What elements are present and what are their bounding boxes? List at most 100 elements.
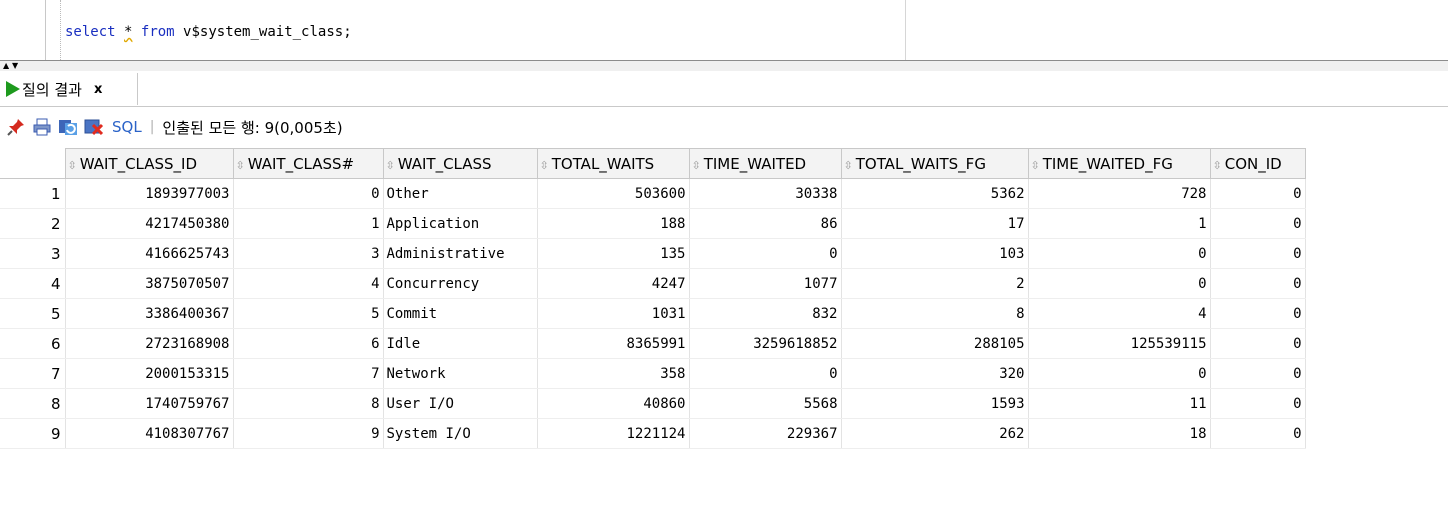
table-cell[interactable]: 1077: [689, 268, 842, 299]
column-header[interactable]: ⇳ WAIT_CLASS#: [232, 148, 384, 179]
table-cell[interactable]: 5568: [689, 388, 842, 419]
table-cell[interactable]: 1221124: [537, 418, 690, 449]
table-cell[interactable]: 8: [841, 298, 1029, 329]
row-number[interactable]: 2: [0, 208, 66, 239]
table-cell[interactable]: 0: [1210, 418, 1306, 449]
table-cell[interactable]: 3: [233, 238, 384, 269]
column-header[interactable]: ⇳ TOTAL_WAITS_FG: [840, 148, 1029, 179]
table-cell[interactable]: 3259618852: [689, 328, 842, 359]
table-cell[interactable]: 503600: [537, 178, 690, 209]
table-cell[interactable]: Network: [383, 358, 538, 389]
table-cell[interactable]: 188: [537, 208, 690, 239]
table-cell[interactable]: 1593: [841, 388, 1029, 419]
table-cell[interactable]: 17: [841, 208, 1029, 239]
table-cell[interactable]: 86: [689, 208, 842, 239]
table-cell[interactable]: 0: [1210, 208, 1306, 239]
table-cell[interactable]: 2723168908: [65, 328, 234, 359]
table-cell[interactable]: 5: [233, 298, 384, 329]
table-cell[interactable]: 0: [1028, 238, 1211, 269]
table-cell[interactable]: 30338: [689, 178, 842, 209]
table-cell[interactable]: 1: [1028, 208, 1211, 239]
column-header[interactable]: ⇳ TIME_WAITED_FG: [1027, 148, 1211, 179]
table-cell[interactable]: 832: [689, 298, 842, 329]
refresh-icon[interactable]: [58, 117, 78, 137]
table-row[interactable]: 8 1740759767 8 User I/O 40860 5568 1593 11 0: [0, 388, 1306, 419]
table-row[interactable]: 4 3875070507 4 Concurrency 4247 1077 2 0 0: [0, 268, 1306, 299]
table-cell[interactable]: 4217450380: [65, 208, 234, 239]
table-row[interactable]: 7 2000153315 7 Network 358 0 320 0 0: [0, 358, 1306, 389]
table-cell[interactable]: 0: [689, 358, 842, 389]
sql-statement[interactable]: select * from v$system_wait_class;: [65, 24, 352, 40]
table-cell[interactable]: 0: [689, 238, 842, 269]
column-header[interactable]: ⇳ WAIT_CLASS: [382, 148, 538, 179]
row-number[interactable]: 6: [0, 328, 66, 359]
pane-splitter[interactable]: ▲ ▼: [0, 60, 1448, 71]
table-cell[interactable]: 0: [1210, 178, 1306, 209]
collapse-down-icon[interactable]: ▼: [12, 61, 18, 71]
table-row[interactable]: 6 2723168908 6 Idle 8365991 3259618852 288105 1…: [0, 328, 1306, 359]
table-cell[interactable]: Idle: [383, 328, 538, 359]
pin-icon[interactable]: [6, 117, 26, 137]
table-cell[interactable]: 7: [233, 358, 384, 389]
table-cell[interactable]: 320: [841, 358, 1029, 389]
table-cell[interactable]: 1: [233, 208, 384, 239]
table-cell[interactable]: 4247: [537, 268, 690, 299]
table-cell[interactable]: 1031: [537, 298, 690, 329]
column-header[interactable]: ⇳ CON_ID: [1209, 148, 1306, 179]
table-cell[interactable]: 0: [1210, 388, 1306, 419]
table-cell[interactable]: 4: [1028, 298, 1211, 329]
row-number[interactable]: 7: [0, 358, 66, 389]
row-number[interactable]: 4: [0, 268, 66, 299]
row-number[interactable]: 3: [0, 238, 66, 269]
table-cell[interactable]: 262: [841, 418, 1029, 449]
table-cell[interactable]: 11: [1028, 388, 1211, 419]
table-cell[interactable]: Other: [383, 178, 538, 209]
table-cell[interactable]: 229367: [689, 418, 842, 449]
column-header[interactable]: ⇳ WAIT_CLASS_ID: [64, 148, 234, 179]
table-cell[interactable]: 2000153315: [65, 358, 234, 389]
table-cell[interactable]: Application: [383, 208, 538, 239]
table-cell[interactable]: 6: [233, 328, 384, 359]
table-cell[interactable]: 18: [1028, 418, 1211, 449]
table-row[interactable]: 3 4166625743 3 Administrative 135 0 103 0 0: [0, 238, 1306, 269]
table-cell[interactable]: 358: [537, 358, 690, 389]
collapse-up-icon[interactable]: ▲: [3, 61, 9, 71]
row-number[interactable]: 9: [0, 418, 66, 449]
table-cell[interactable]: 0: [233, 178, 384, 209]
table-cell[interactable]: 2: [841, 268, 1029, 299]
row-number[interactable]: 5: [0, 298, 66, 329]
export-icon[interactable]: [84, 117, 104, 137]
row-number[interactable]: 8: [0, 388, 66, 419]
table-cell[interactable]: 4: [233, 268, 384, 299]
column-header[interactable]: ⇳ TIME_WAITED: [688, 148, 842, 179]
table-row[interactable]: 2 4217450380 1 Application 188 86 17 1 0: [0, 208, 1306, 239]
table-cell[interactable]: 0: [1210, 358, 1306, 389]
sql-editor[interactable]: select * from v$system_wait_class;: [0, 0, 1448, 60]
table-row[interactable]: 9 4108307767 9 System I/O 1221124 229367 262 18…: [0, 418, 1306, 449]
table-row[interactable]: 5 3386400367 5 Commit 1031 832 8 4 0: [0, 298, 1306, 329]
table-cell[interactable]: 3875070507: [65, 268, 234, 299]
table-cell[interactable]: 1893977003: [65, 178, 234, 209]
table-cell[interactable]: 0: [1210, 298, 1306, 329]
table-cell[interactable]: 9: [233, 418, 384, 449]
table-cell[interactable]: User I/O: [383, 388, 538, 419]
close-tab-icon[interactable]: x: [94, 82, 102, 97]
table-cell[interactable]: 0: [1210, 268, 1306, 299]
table-cell[interactable]: System I/O: [383, 418, 538, 449]
table-cell[interactable]: 0: [1210, 328, 1306, 359]
table-cell[interactable]: 3386400367: [65, 298, 234, 329]
table-cell[interactable]: 8: [233, 388, 384, 419]
table-cell[interactable]: Commit: [383, 298, 538, 329]
table-cell[interactable]: 103: [841, 238, 1029, 269]
table-cell[interactable]: 728: [1028, 178, 1211, 209]
table-cell[interactable]: 1740759767: [65, 388, 234, 419]
table-cell[interactable]: Concurrency: [383, 268, 538, 299]
tab-query-result[interactable]: 질의 결과 x: [0, 73, 138, 105]
table-cell[interactable]: 4166625743: [65, 238, 234, 269]
sql-link[interactable]: SQL: [112, 118, 142, 136]
table-cell[interactable]: 40860: [537, 388, 690, 419]
column-header[interactable]: ⇳ TOTAL_WAITS: [536, 148, 690, 179]
table-cell[interactable]: Administrative: [383, 238, 538, 269]
table-cell[interactable]: 135: [537, 238, 690, 269]
print-icon[interactable]: [32, 117, 52, 137]
